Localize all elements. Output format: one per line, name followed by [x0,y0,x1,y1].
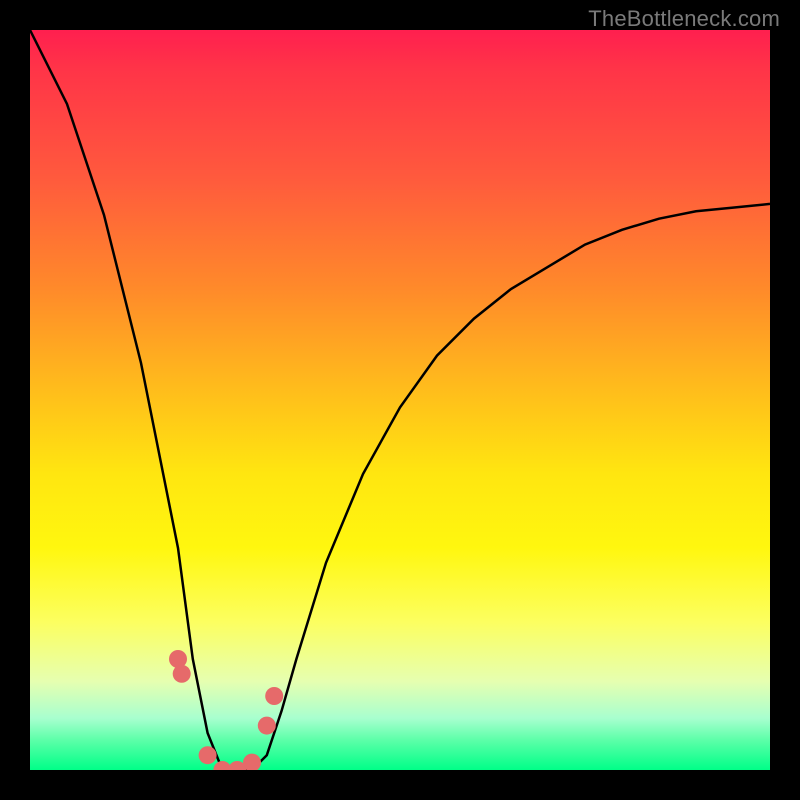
marker-point [265,687,283,705]
marker-point [199,746,217,764]
marker-point [173,665,191,683]
marker-point [243,754,261,770]
curve-layer [30,30,770,770]
bottleneck-curve [30,30,770,770]
plot-area [30,30,770,770]
watermark-text: TheBottleneck.com [588,6,780,32]
marker-group [169,650,283,770]
marker-point [258,717,276,735]
chart-frame: TheBottleneck.com [0,0,800,800]
